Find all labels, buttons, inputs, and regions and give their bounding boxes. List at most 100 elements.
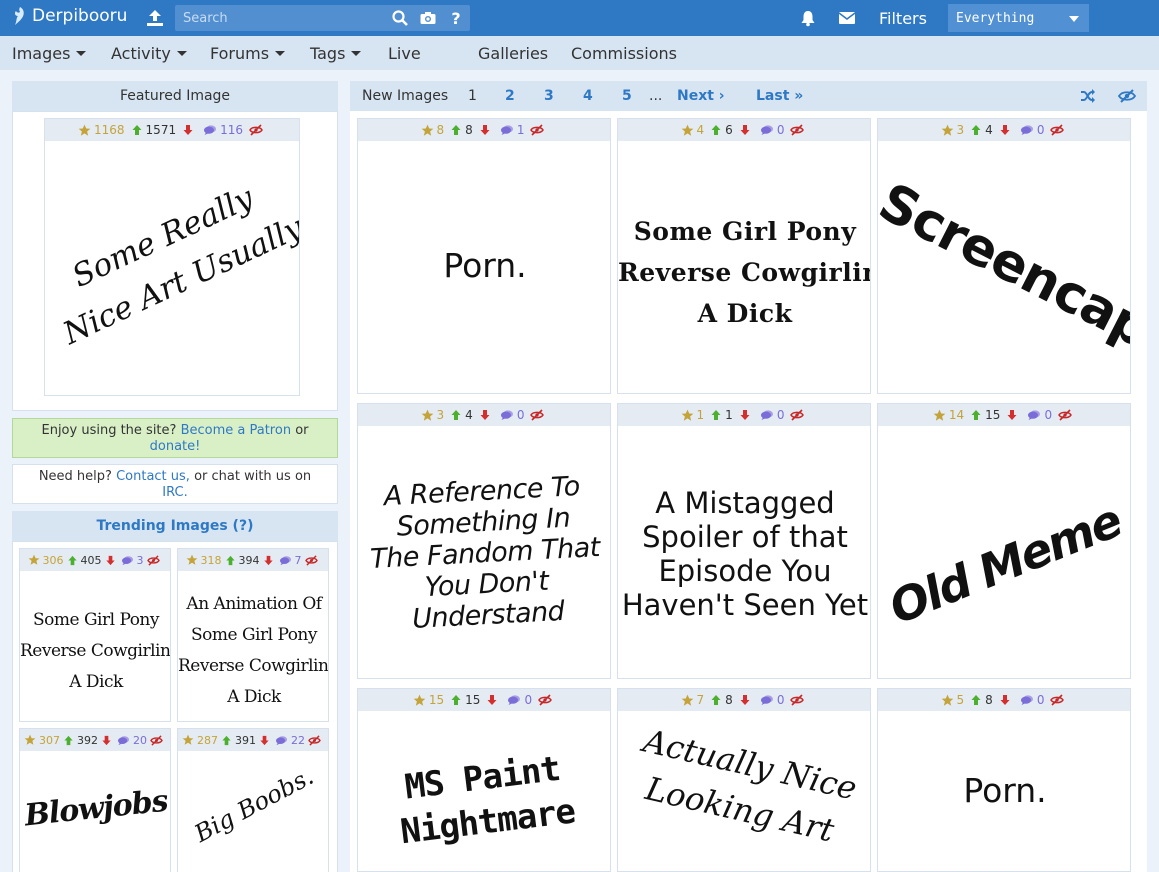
irc-link[interactable]: IRC. — [162, 485, 187, 500]
downvote-arrow-icon[interactable] — [263, 555, 274, 566]
comment-icon[interactable] — [1020, 694, 1034, 706]
upvote-arrow-icon[interactable] — [67, 555, 78, 566]
comment-icon[interactable] — [760, 124, 774, 136]
upvote-arrow-icon[interactable] — [710, 694, 722, 706]
comment-icon[interactable] — [507, 694, 521, 706]
downvote-arrow-icon[interactable] — [182, 124, 194, 136]
upvote-arrow-icon[interactable] — [221, 735, 232, 746]
comment-icon[interactable] — [760, 694, 774, 706]
star-icon[interactable] — [186, 554, 198, 566]
search-input[interactable] — [175, 5, 385, 31]
comment-icon[interactable] — [760, 409, 774, 421]
comment-icon[interactable] — [121, 555, 134, 566]
upvote-arrow-icon[interactable] — [450, 409, 462, 421]
comment-icon[interactable] — [279, 555, 292, 566]
upvote-arrow-icon[interactable] — [970, 694, 982, 706]
image-tile[interactable]: 8 8 1 Porn. — [357, 118, 611, 394]
image-tile[interactable]: 1 1 0 A Mistagged Spoiler of that Episode You… — [617, 403, 871, 679]
page-link-4[interactable]: 4 — [583, 88, 593, 104]
comment-icon[interactable] — [1020, 124, 1034, 136]
bell-icon[interactable] — [799, 9, 817, 27]
nav-forums[interactable]: Forums — [210, 44, 286, 63]
image-tile[interactable]: 14 15 0 Old Meme — [877, 403, 1131, 679]
donate-link[interactable]: donate! — [150, 439, 201, 454]
upvote-arrow-icon[interactable] — [450, 124, 462, 136]
camera-icon[interactable] — [419, 9, 437, 27]
page-link-2[interactable]: 2 — [505, 88, 515, 104]
downvote-arrow-icon[interactable] — [486, 694, 498, 706]
image-tile[interactable]: 7 8 0 Actually Nice Looking Art — [617, 688, 871, 872]
star-icon[interactable] — [941, 694, 954, 707]
star-icon[interactable] — [681, 409, 694, 422]
become-patron-link[interactable]: Become a Patron — [181, 423, 291, 438]
hide-eye-icon[interactable] — [790, 694, 805, 706]
trending-tile[interactable]: 287 391 22 Big Boobs. — [177, 728, 329, 872]
trending-tile[interactable]: 307 392 20 Blowjobs — [19, 728, 171, 872]
star-icon[interactable] — [941, 124, 954, 137]
image-tile[interactable]: 3 4 0 Screencap — [877, 118, 1131, 394]
upvote-arrow-icon[interactable] — [970, 124, 982, 136]
nav-commissions[interactable]: Commissions — [571, 44, 677, 63]
downvote-arrow-icon[interactable] — [101, 735, 112, 746]
image-tile[interactable]: 4 6 0 Some Girl Pony Reverse Cowgirling A Dic… — [617, 118, 871, 394]
hide-eye-icon[interactable] — [530, 409, 545, 421]
downvote-arrow-icon[interactable] — [1006, 409, 1018, 421]
hide-eye-icon[interactable] — [790, 409, 805, 421]
featured-image-tile[interactable]: 1168 1571 116 Some Really Nice Art Usual… — [44, 118, 300, 396]
hide-eye-icon[interactable] — [790, 124, 805, 136]
last-page-link[interactable]: Last » — [756, 88, 803, 104]
filter-select[interactable]: Everything — [948, 4, 1089, 32]
upvote-arrow-icon[interactable] — [970, 409, 982, 421]
comment-icon[interactable] — [500, 409, 514, 421]
downvote-arrow-icon[interactable] — [259, 735, 270, 746]
upvote-arrow-icon[interactable] — [63, 735, 74, 746]
star-icon[interactable] — [78, 124, 91, 137]
comment-icon[interactable] — [203, 124, 217, 136]
next-page-link[interactable]: Next › — [677, 88, 725, 104]
contact-link[interactable]: Contact us, — [116, 469, 190, 484]
star-icon[interactable] — [421, 124, 434, 137]
upvote-arrow-icon[interactable] — [450, 694, 462, 706]
comment-icon[interactable] — [275, 735, 288, 746]
nav-activity[interactable]: Activity — [111, 44, 187, 63]
hide-eye-icon[interactable] — [150, 734, 163, 746]
hide-eye-icon[interactable] — [1050, 124, 1065, 136]
mail-icon[interactable] — [838, 10, 856, 26]
star-icon[interactable] — [28, 554, 40, 566]
hide-eye-icon[interactable] — [1050, 694, 1065, 706]
downvote-arrow-icon[interactable] — [739, 694, 751, 706]
comment-icon[interactable] — [117, 735, 130, 746]
image-tile[interactable]: 15 15 0 MS Paint Nightmare — [357, 688, 611, 872]
downvote-arrow-icon[interactable] — [479, 409, 491, 421]
search-icon[interactable] — [391, 9, 409, 27]
star-icon[interactable] — [24, 734, 36, 746]
downvote-arrow-icon[interactable] — [999, 124, 1011, 136]
upvote-arrow-icon[interactable] — [225, 555, 236, 566]
star-icon[interactable] — [421, 409, 434, 422]
nav-live[interactable]: Live — [388, 44, 421, 63]
star-icon[interactable] — [681, 124, 694, 137]
nav-galleries[interactable]: Galleries — [478, 44, 548, 63]
star-icon[interactable] — [413, 694, 426, 707]
page-link-3[interactable]: 3 — [544, 88, 554, 104]
upvote-arrow-icon[interactable] — [710, 124, 722, 136]
hide-eye-icon[interactable] — [249, 124, 263, 136]
downvote-arrow-icon[interactable] — [739, 124, 751, 136]
downvote-arrow-icon[interactable] — [739, 409, 751, 421]
hide-eye-icon[interactable] — [146, 554, 160, 566]
nav-images[interactable]: Images — [12, 44, 87, 63]
hide-eye-icon[interactable] — [538, 694, 552, 706]
hide-eye-icon[interactable] — [1118, 88, 1136, 104]
filters-link[interactable]: Filters — [879, 9, 927, 28]
hide-eye-icon[interactable] — [304, 554, 318, 566]
comment-icon[interactable] — [500, 124, 514, 136]
help-icon[interactable]: ? — [447, 9, 465, 27]
trending-tile[interactable]: 306 405 3 Some Girl Pony Reverse Cowgirl… — [19, 548, 171, 722]
hide-eye-icon[interactable] — [530, 124, 545, 136]
downvote-arrow-icon[interactable] — [105, 555, 116, 566]
site-logo[interactable]: Derpibooru — [12, 6, 127, 26]
comment-icon[interactable] — [1027, 409, 1041, 421]
hide-eye-icon[interactable] — [308, 734, 321, 746]
hide-eye-icon[interactable] — [1058, 409, 1072, 421]
upvote-arrow-icon[interactable] — [710, 409, 722, 421]
